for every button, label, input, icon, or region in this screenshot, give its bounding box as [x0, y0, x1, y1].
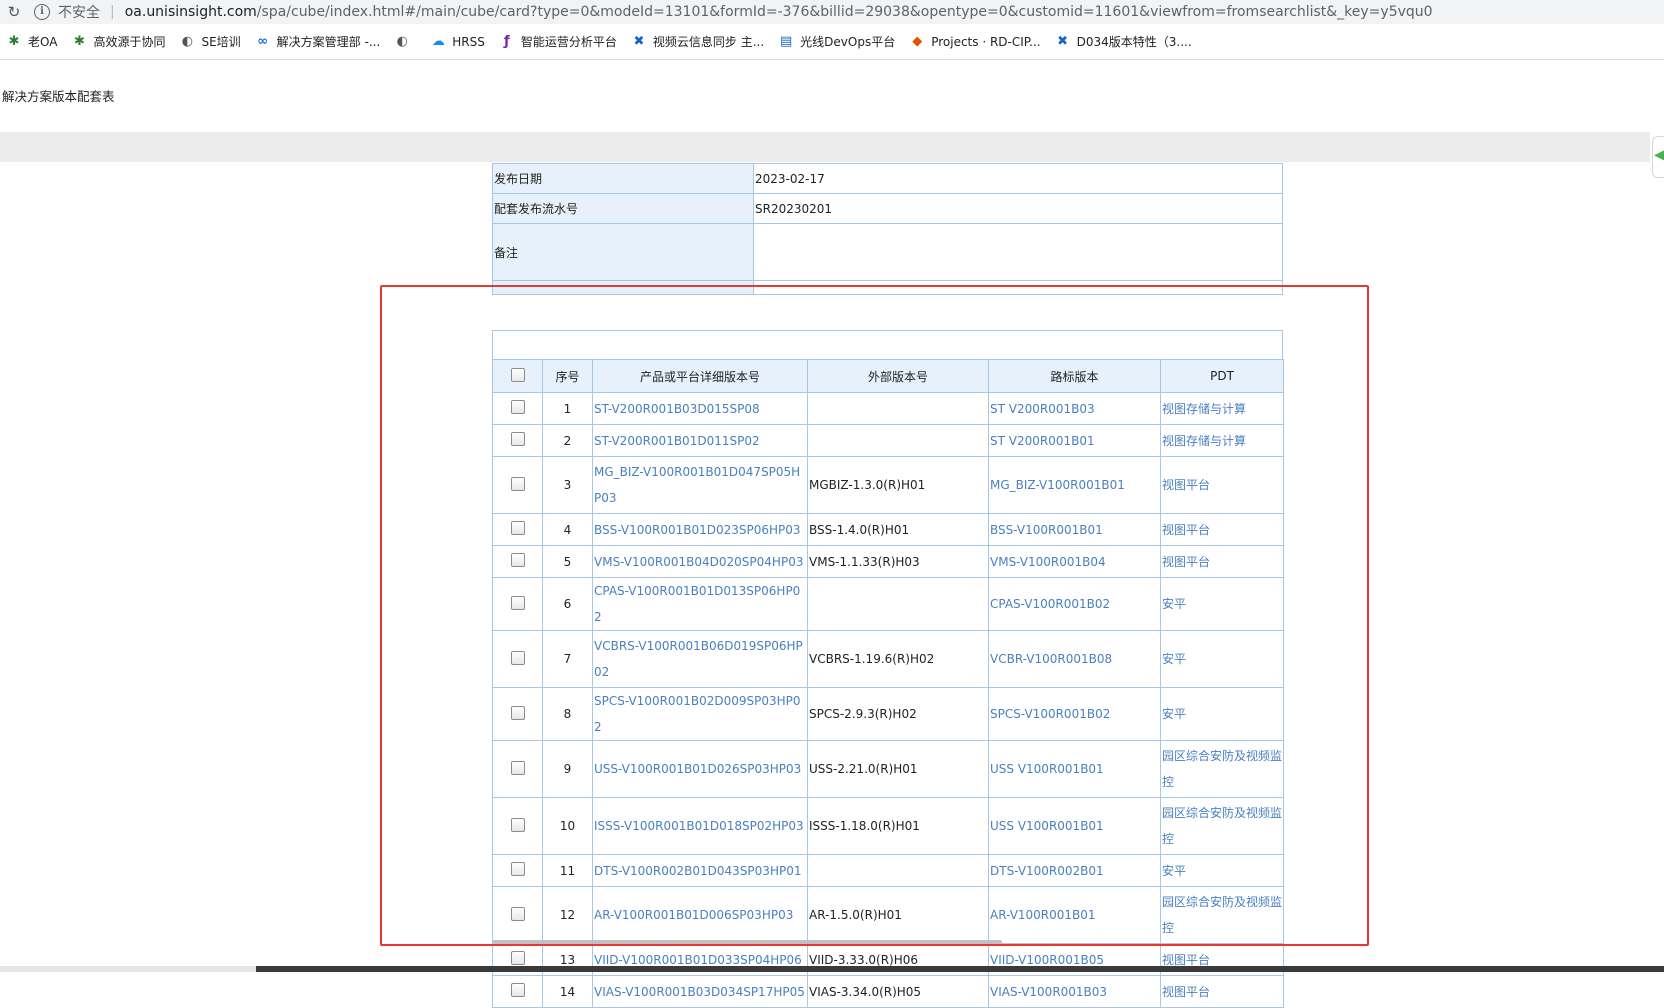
info-icon[interactable]: i [34, 4, 50, 20]
info-table: 发布日期 2023-02-17 配套发布流水号 SR20230201 备注 [492, 163, 1283, 295]
bookmark-item[interactable]: ✖ D034版本特性（3.... [1055, 33, 1192, 50]
bookmark-item[interactable]: ☁ HRSS [430, 34, 485, 50]
row-number: 14 [542, 975, 593, 1008]
bookmark-item[interactable]: ƒ 智能运营分析平台 [499, 33, 617, 50]
bookmark-item[interactable]: ✖ 视频云信息同步 主... [631, 33, 764, 50]
row-checkbox[interactable] [510, 983, 525, 997]
page-title: 解决方案版本配套表 [2, 89, 115, 104]
url-field[interactable]: i 不安全 | oa.unisinsight.com/spa/cube/inde… [34, 1, 1594, 23]
infinity-icon: ∞ [257, 34, 269, 49]
reload-icon[interactable]: ↻ [0, 3, 28, 21]
info-label: 配套发布流水号 [492, 193, 754, 224]
info-row-date: 发布日期 2023-02-17 [492, 163, 1283, 194]
globe-icon: ◐ [396, 34, 408, 49]
info-row-serial: 配套发布流水号 SR20230201 [492, 193, 1283, 224]
bookmark-label: SE培训 [201, 35, 241, 49]
bookmark-label: 智能运营分析平台 [520, 35, 617, 49]
bookmark-label: 视频云信息同步 主... [652, 35, 765, 49]
confluence-icon: ✖ [1057, 34, 1069, 49]
bookmark-item[interactable]: ◐ [394, 34, 416, 50]
chevron-left-icon: ◀ [1654, 147, 1664, 163]
product-version-link[interactable]: VIAS-V100R001B03D034SP17HP05 [592, 975, 808, 1008]
divider: | [110, 4, 115, 20]
bookmark-label: 老OA [28, 35, 58, 49]
url-path: /spa/cube/index.html#/main/cube/card?typ… [256, 4, 1433, 20]
gear-green-icon: ✱ [74, 34, 85, 49]
bookmark-label: 光线DevOps平台 [800, 35, 896, 49]
address-bar: ↻ i 不安全 | oa.unisinsight.com/spa/cube/in… [0, 0, 1664, 24]
table-row: 14 VIAS-V100R001B03D034SP17HP05 VIAS-3.34.… [492, 975, 1284, 1008]
toolbar-strip [0, 132, 1650, 162]
row-checkbox[interactable] [510, 951, 525, 965]
confluence-icon: ✖ [633, 34, 645, 49]
bookmark-item[interactable]: ◆ Projects · RD-CIP... [909, 34, 1040, 50]
brand-icon: ƒ [504, 34, 510, 49]
info-value: 2023-02-17 [753, 163, 1283, 194]
external-version: VIAS-3.34.0(R)H05 [807, 975, 989, 1008]
side-panel-toggle[interactable]: ◀ [1652, 136, 1664, 178]
globe-icon: ◐ [181, 34, 194, 49]
cloud-icon: ☁ [431, 34, 445, 49]
gear-green-icon: ✱ [8, 34, 20, 49]
roadmap-version-link[interactable]: VIAS-V100R001B03 [988, 975, 1161, 1008]
bookmark-label: 解决方案管理部 -... [276, 35, 381, 49]
bookmark-item[interactable]: ∞ 解决方案管理部 -... [255, 33, 381, 50]
bookmark-item[interactable]: ✱ 老OA [6, 33, 58, 50]
doc-icon: ▤ [780, 34, 793, 49]
info-value: SR20230201 [753, 193, 1283, 224]
pdt-link[interactable]: 视图平台 [1160, 975, 1284, 1008]
bookmark-label: HRSS [452, 34, 485, 49]
bookmark-item[interactable]: ✱ 高效源于协同 [71, 33, 165, 50]
bookmarks-bar: ✱ 老OA ✱ 高效源于协同 ◐ SE培训 ∞ 解决方案管理部 -... ◐ ☁ HRSS ƒ 智能运营… [0, 24, 1664, 60]
info-row-remark: 备注 [492, 223, 1283, 281]
info-label: 备注 [492, 223, 754, 281]
insecure-label: 不安全 [58, 5, 100, 21]
info-label: 发布日期 [492, 163, 754, 194]
bookmark-label: Projects · RD-CIP... [931, 34, 1041, 49]
bookmark-label: 高效源于协同 [93, 35, 166, 49]
bookmark-label: D034版本特性（3.... [1076, 35, 1192, 49]
checkbox-cell [492, 975, 543, 1008]
highlight-box [380, 285, 1369, 946]
bookmark-item[interactable]: ◐ SE培训 [179, 33, 241, 50]
url-host: oa.unisinsight.com [124, 4, 257, 20]
taskbar-edge [0, 966, 1664, 972]
bookmark-item[interactable]: ▤ 光线DevOps平台 [778, 33, 895, 50]
info-value[interactable] [753, 223, 1283, 281]
gitlab-icon: ◆ [912, 34, 923, 49]
